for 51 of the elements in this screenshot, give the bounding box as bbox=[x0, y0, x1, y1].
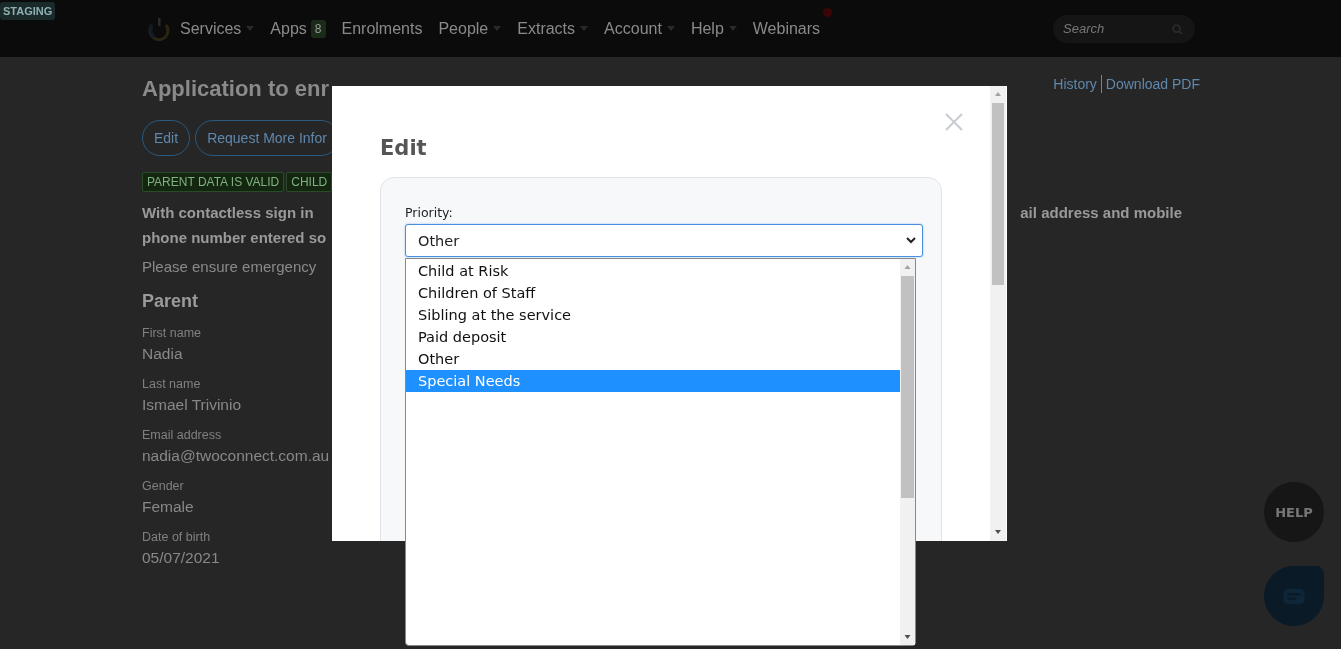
hint-text: Please ensure emergency bbox=[142, 258, 317, 275]
field-value: Female bbox=[142, 498, 194, 516]
help-button[interactable]: HELP bbox=[1264, 482, 1324, 542]
nav-link[interactable]: People bbox=[438, 19, 502, 38]
notice-text: phone number entered so bbox=[142, 228, 327, 248]
priority-select[interactable]: Other bbox=[405, 224, 923, 257]
dropdown-option[interactable]: Paid deposit bbox=[406, 326, 900, 348]
section-heading: Parent bbox=[142, 291, 199, 312]
field-label: Date of birth bbox=[142, 530, 211, 544]
notification-dot bbox=[823, 7, 833, 17]
dropdown-option[interactable]: Special Needs bbox=[406, 370, 900, 392]
dropdown-option[interactable]: Sibling at the service bbox=[406, 304, 900, 326]
chevron-icon bbox=[906, 237, 916, 244]
notice-text: ail address and mobile bbox=[1020, 203, 1182, 223]
header-link[interactable]: History bbox=[1053, 76, 1097, 92]
page-title: Application to enr bbox=[142, 76, 329, 102]
count-badge: 8 bbox=[310, 19, 326, 38]
chat-button[interactable] bbox=[1264, 566, 1324, 626]
nav-link[interactable]: Help bbox=[690, 19, 737, 38]
staging-badge: STAGING bbox=[0, 2, 56, 20]
dropdown-option[interactable]: Other bbox=[406, 348, 900, 370]
field-label: Last name bbox=[142, 377, 201, 391]
nav-link[interactable]: Account bbox=[604, 19, 675, 38]
field-label: Priority: bbox=[405, 205, 454, 220]
nav-link[interactable]: Services bbox=[180, 19, 255, 38]
status-badge: PARENT DATA IS VALID bbox=[142, 172, 285, 192]
caret-icon bbox=[493, 26, 502, 31]
field-label: First name bbox=[142, 326, 202, 340]
dropdown-option[interactable]: Child at Risk bbox=[406, 260, 900, 282]
caret-icon bbox=[246, 26, 255, 31]
status-badge: CHILD bbox=[286, 172, 333, 192]
notice-text: With contactless sign in bbox=[142, 203, 314, 223]
close-icon bbox=[945, 113, 963, 131]
nav-link[interactable]: Webinars bbox=[752, 19, 821, 38]
field-label: Gender bbox=[142, 479, 184, 493]
caret-icon bbox=[580, 26, 589, 31]
field-value: 05/07/2021 bbox=[142, 549, 220, 567]
dropdown-option[interactable]: Children of Staff bbox=[406, 282, 900, 304]
caret-icon bbox=[728, 26, 737, 31]
caret-icon bbox=[666, 26, 675, 31]
nav-link[interactable]: Extracts bbox=[517, 19, 589, 38]
nav-link[interactable]: Apps 8 bbox=[270, 19, 326, 38]
field-value: Nadia bbox=[142, 345, 183, 363]
nav-link[interactable]: Enrolments bbox=[341, 19, 423, 38]
modal-title: Edit bbox=[380, 136, 428, 160]
search-field[interactable]: Search bbox=[1053, 14, 1196, 43]
field-value: nadia@twoconnect.com.au bbox=[142, 447, 330, 465]
logo-icon bbox=[148, 16, 170, 41]
header-link[interactable]: Download PDF bbox=[1105, 76, 1200, 92]
field-value: Ismael Trivinio bbox=[142, 396, 242, 414]
field-label: Email address bbox=[142, 428, 222, 442]
